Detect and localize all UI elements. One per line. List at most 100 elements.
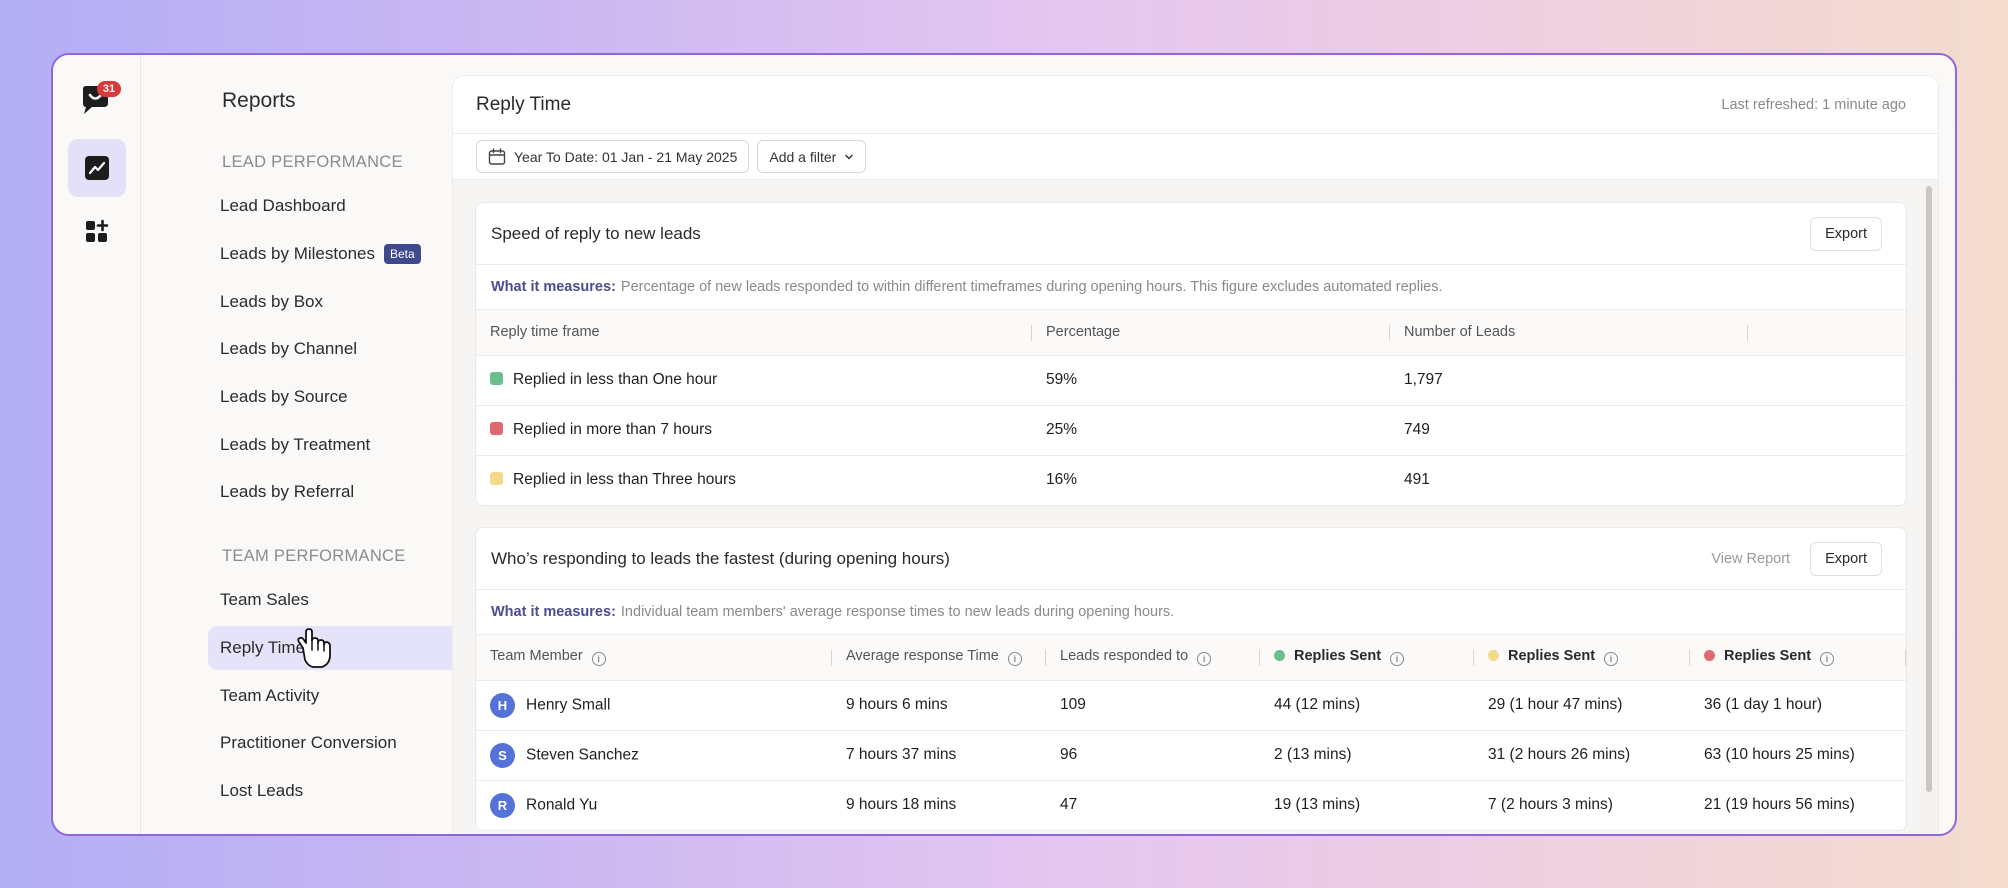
chevron-down-icon [845,154,854,160]
sidebar-item-leads-by-box[interactable]: Leads by Box [208,280,482,324]
column-header-label: Number of Leads [1404,324,1516,341]
sidebar-item-leads-by-treatment[interactable]: Leads by Treatment [208,423,482,467]
info-icon[interactable]: i [1820,652,1835,667]
table-row[interactable]: S Steven Sanchez 7 hours 37 mins 96 2 (13… [476,730,1906,781]
measures-label: What it measures: [491,279,616,295]
export-button[interactable]: Export [1810,216,1882,251]
row-label: Replied in less than One hour [513,371,718,388]
sidebar-item-label: Leads by Box [220,292,324,311]
info-icon[interactable]: i [1604,652,1619,667]
spacer-cell [1748,405,1906,456]
column-header-reply-time-frame[interactable]: Reply time frame [476,310,1032,356]
speed-table: Reply time frame Percentage Number of Le… [476,310,1906,505]
avg-response-cell: 9 hours 18 mins [846,796,957,814]
column-header-label: Leads responded to [1060,648,1189,665]
section-team-performance: TEAM PERFORMANCE [222,547,406,565]
reply-time-frame-cell: Replied in less than One hour [476,355,1032,406]
column-header-replies-sent-red[interactable]: Replies Sent i [1690,635,1906,681]
sidebar-item-label: Practitioner Conversion [220,733,397,752]
column-header-leads-responded[interactable]: Leads responded to i [1046,635,1260,681]
green-dot [1274,650,1285,662]
table-row[interactable]: Replied in less than Three hours 16% 491 [476,455,1906,505]
replies-green-cell: 19 (13 mins) [1274,796,1361,814]
scrollbar-thumb[interactable] [1926,186,1932,792]
column-header-replies-sent-green[interactable]: Replies Sent i [1260,635,1474,681]
column-header-spacer [1748,310,1906,356]
card-header: Speed of reply to new leads Export [476,203,1906,265]
info-icon[interactable]: i [1197,652,1212,667]
apps-nav-button[interactable] [68,203,126,261]
sidebar-item-label: Team Activity [220,686,320,705]
vertical-scrollbar[interactable] [1921,180,1938,834]
info-icon[interactable]: i [1007,652,1022,667]
table-row[interactable]: R Ronald Yu 9 hours 18 mins 47 19 (13 min… [476,780,1906,830]
view-report-link[interactable]: View Report [1711,551,1790,567]
date-range-filter[interactable]: Year To Date: 01 Jan - 21 May 2025 [476,140,750,173]
info-icon[interactable]: i [1390,652,1405,667]
sidebar-item-leads-by-milestones[interactable]: Leads by Milestones Beta [208,232,482,276]
fastest-responders-card: Who’s responding to leads the fastest (d… [475,527,1907,831]
app-window: 31 Reports LEAD PERFORMANCE Lead Dashboa… [51,53,1957,836]
add-filter-label: Add a filter [769,148,837,165]
sidebar-item-practitioner-conversion[interactable]: Practitioner Conversion [208,721,482,765]
sidebar-item-label: Leads by Milestones [220,244,375,263]
team-response-table: Team Member i Average response Time i Lead… [476,635,1906,830]
sidebar-item-label: Lost Leads [220,781,304,800]
sidebar-item-label: Leads by Source [220,387,348,406]
column-header-average-response-time[interactable]: Average response Time i [832,635,1046,681]
icon-rail: 31 [53,55,141,834]
sidebar-item-lost-leads[interactable]: Lost Leads [208,769,482,813]
replies-red-cell: 21 (19 hours 56 mins) [1704,796,1855,814]
sidebar-item-team-sales[interactable]: Team Sales [208,578,482,622]
reports-nav-button[interactable] [68,139,126,197]
column-header-replies-sent-yellow[interactable]: Replies Sent i [1474,635,1690,681]
measures-description: What it measures: Percentage of new lead… [476,265,1906,310]
leads-count-cell: 491 [1404,471,1430,489]
card-header: Who’s responding to leads the fastest (d… [476,528,1906,590]
replies-red-cell: 63 (10 hours 25 mins) [1690,730,1906,781]
report-content: Speed of reply to new leads Export What … [453,180,1923,834]
apps-grid-icon [86,219,109,242]
filter-bar: Year To Date: 01 Jan - 21 May 2025 Add a… [453,134,1938,180]
column-header-label: Percentage [1046,324,1121,341]
table-row[interactable]: H Henry Small 9 hours 6 mins 109 44 (12 m… [476,680,1906,731]
sidebar-item-label: Leads by Channel [220,339,358,358]
card-actions: View Report Export [1711,541,1882,576]
replies-yellow-cell: 29 (1 hour 47 mins) [1474,680,1690,731]
sidebar-item-leads-by-source[interactable]: Leads by Source [208,375,482,419]
page-header: Reply Time Last refreshed: 1 minute ago [453,76,1938,134]
sidebar-item-leads-by-referral[interactable]: Leads by Referral [208,470,482,514]
reports-sidebar: Reports LEAD PERFORMANCE Lead Dashboard … [142,55,482,834]
table-row[interactable]: Replied in less than One hour 59% 1,797 [476,355,1906,406]
table-row[interactable]: Replied in more than 7 hours 25% 749 [476,405,1906,456]
green-swatch [490,372,503,385]
column-header-percentage[interactable]: Percentage [1032,310,1390,356]
sidebar-item-lead-dashboard[interactable]: Lead Dashboard [208,184,482,228]
leads-count-cell: 1,797 [1390,355,1748,406]
export-button[interactable]: Export [1810,541,1882,576]
column-header-number-of-leads[interactable]: Number of Leads [1390,310,1748,356]
yellow-swatch [490,472,503,486]
sidebar-item-leads-by-channel[interactable]: Leads by Channel [208,327,482,371]
column-header-team-member[interactable]: Team Member i [476,635,832,681]
speed-of-reply-card: Speed of reply to new leads Export What … [475,202,1907,506]
yellow-dot [1488,650,1499,662]
notification-badge: 31 [97,81,121,97]
add-filter-button[interactable]: Add a filter [757,140,867,173]
percentage-cell: 59% [1032,355,1390,406]
info-icon[interactable]: i [591,652,606,667]
spacer-cell [1748,355,1906,406]
reply-time-frame-cell: Replied in more than 7 hours [476,405,1032,456]
reply-time-frame-cell: Replied in less than Three hours [476,455,1032,505]
section-lead-performance: LEAD PERFORMANCE [222,153,403,171]
sidebar-item-reply-time[interactable]: Reply Time [208,626,482,670]
leads-responded-cell: 109 [1046,680,1260,731]
team-member-cell: S Steven Sanchez [476,730,832,781]
measures-description: What it measures: Individual team member… [476,590,1906,635]
column-header-label: Replies Sent [1724,648,1812,665]
column-divider[interactable] [1905,650,1906,666]
team-member-cell: R Ronald Yu [476,780,832,830]
team-member-cell: H Henry Small [476,680,832,731]
sidebar-item-team-activity[interactable]: Team Activity [208,674,482,718]
leads-count-cell: 749 [1390,405,1748,456]
